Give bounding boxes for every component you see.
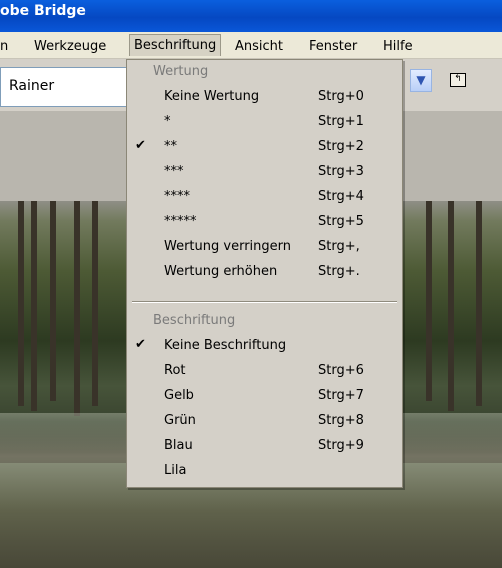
menu-item-label: Keine Beschriftung: [164, 338, 287, 353]
menu-bar: n Werkzeuge Beschriftung Ansicht Fenster…: [0, 32, 502, 59]
path-dropdown-button[interactable]: ▼: [410, 69, 432, 92]
menu-header-beschriftung: Beschriftung: [127, 309, 402, 334]
menu-item-label: Blau: [164, 438, 193, 453]
menu-item-shortcut: Strg+0: [318, 89, 364, 104]
window-title: obe Bridge: [0, 3, 86, 19]
menu-item-rating-3[interactable]: *** Strg+3: [127, 160, 402, 185]
menu-header-wertung: Wertung: [127, 60, 402, 85]
menu-item-shortcut: Strg+.: [318, 264, 360, 279]
menu-item-shortcut: Strg+,: [318, 239, 360, 254]
menu-werkzeuge[interactable]: Werkzeuge: [34, 37, 106, 56]
menu-item-shortcut: Strg+5: [318, 214, 364, 229]
menu-item-label: Rot: [164, 363, 186, 378]
check-icon: ✔: [135, 138, 146, 153]
chevron-down-icon: ▼: [416, 73, 426, 87]
menu-item-label: *****: [164, 214, 197, 229]
up-folder-button[interactable]: ↰: [446, 69, 470, 92]
menu-item-gruen[interactable]: Grün Strg+8: [127, 409, 402, 434]
beschriftung-dropdown-menu: Wertung Keine Wertung Strg+0 * Strg+1 ✔ …: [126, 59, 403, 488]
menu-fenster[interactable]: Fenster: [309, 37, 357, 56]
menu-item-lila[interactable]: Lila: [127, 459, 402, 484]
menu-item-label: Wertung erhöhen: [164, 264, 278, 279]
menu-hilfe[interactable]: Hilfe: [383, 37, 413, 56]
menu-item-rot[interactable]: Rot Strg+6: [127, 359, 402, 384]
menu-item-rating-2[interactable]: ✔ ** Strg+2: [127, 135, 402, 160]
menu-separator: [132, 301, 397, 303]
menu-ansicht[interactable]: Ansicht: [235, 37, 283, 56]
menu-item-label: Keine Wertung: [164, 89, 260, 104]
menu-item-label: ***: [164, 164, 184, 179]
menu-item-label: Gelb: [164, 388, 194, 403]
menu-item-shortcut: Strg+2: [318, 139, 364, 154]
menu-item-rating-1[interactable]: * Strg+1: [127, 110, 402, 135]
menu-item-shortcut: Strg+6: [318, 363, 364, 378]
menu-item-blau[interactable]: Blau Strg+9: [127, 434, 402, 459]
menu-item-shortcut: Strg+3: [318, 164, 364, 179]
menu-item-label: ****: [164, 189, 190, 204]
menu-beschriftung[interactable]: Beschriftung: [129, 34, 222, 56]
menu-item-shortcut: Strg+1: [318, 114, 364, 129]
menu-item-keine-beschriftung[interactable]: ✔ Keine Beschriftung: [127, 334, 402, 359]
menu-section-header: Wertung: [153, 64, 209, 79]
menu-item-shortcut: Strg+4: [318, 189, 364, 204]
menu-item-label: *: [164, 114, 171, 129]
menu-file[interactable]: n: [0, 37, 8, 56]
menu-item-label: Wertung verringern: [164, 239, 292, 254]
menu-item-label: Lila: [164, 463, 187, 478]
menu-item-wertung-erhoehen[interactable]: Wertung erhöhen Strg+.: [127, 260, 402, 285]
title-bar: obe Bridge: [0, 0, 502, 32]
menu-item-keine-wertung[interactable]: Keine Wertung Strg+0: [127, 85, 402, 110]
menu-item-shortcut: Strg+7: [318, 388, 364, 403]
menu-item-rating-4[interactable]: **** Strg+4: [127, 185, 402, 210]
menu-item-gelb[interactable]: Gelb Strg+7: [127, 384, 402, 409]
menu-item-wertung-verringern[interactable]: Wertung verringern Strg+,: [127, 235, 402, 260]
up-folder-icon: ↰: [450, 73, 466, 87]
menu-item-shortcut: Strg+8: [318, 413, 364, 428]
menu-section-header: Beschriftung: [153, 313, 236, 328]
path-field-value: Rainer: [9, 78, 55, 94]
menu-item-shortcut: Strg+9: [318, 438, 364, 453]
menu-item-rating-5[interactable]: ***** Strg+5: [127, 210, 402, 235]
check-icon: ✔: [135, 337, 146, 352]
menu-item-label: **: [164, 139, 177, 154]
menu-item-label: Grün: [164, 413, 196, 428]
